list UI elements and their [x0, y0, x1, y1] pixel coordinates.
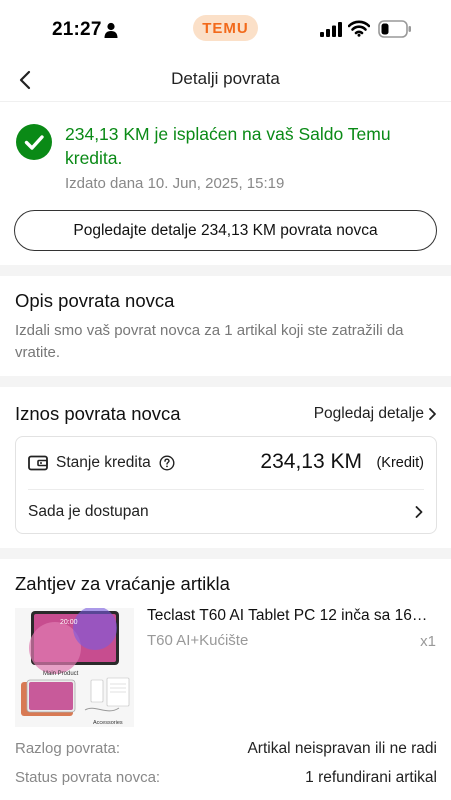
temu-brand-text: TEMU [202, 19, 249, 37]
status-bar: 21:27 TEMU [0, 0, 451, 58]
tablet-product-image: Main Product Accessories 20:00 [15, 608, 134, 727]
credit-balance-card: Stanje kredita 234,13 KM (Kredit) Sada j… [15, 436, 437, 534]
product-name[interactable]: Teclast T60 AI Tablet PC 12 inča sa 16GB… [147, 607, 432, 625]
temu-brand-pill: TEMU [193, 15, 258, 41]
view-details-link[interactable]: Pogledaj detalje [314, 405, 437, 423]
wifi-icon [348, 20, 370, 37]
info-icon[interactable] [159, 455, 175, 471]
return-reason-label: Razlog povrata: [15, 740, 121, 757]
credit-unit: (Kredit) [376, 455, 424, 471]
card-separator [28, 489, 424, 490]
refund-description-title: Opis povrata novca [15, 290, 175, 311]
return-reason-value: Artikal neispravan ili ne radi [247, 740, 437, 757]
return-request-title: Zahtjev za vraćanje artikla [15, 573, 230, 594]
section-divider [0, 548, 451, 559]
refund-status-label: Status povrata novca: [15, 769, 161, 786]
product-thumbnail[interactable]: Main Product Accessories 20:00 [15, 608, 134, 727]
refund-amount-title: Iznos povrata novca [15, 403, 181, 424]
page-title: Detalji povrata [171, 69, 280, 88]
success-check-icon [16, 124, 52, 160]
credit-amount: 234,13 KM [260, 450, 362, 473]
person-icon [104, 22, 118, 38]
refund-status-banner: 234,13 KM je isplaćen na vaš Saldo Temu … [0, 110, 451, 265]
view-details-label[interactable]: Pogledaj detalje [314, 405, 424, 423]
chevron-right-icon[interactable] [414, 505, 424, 519]
image-caption-main: Main Product [43, 671, 79, 677]
product-variant: T60 AI+Kućište [147, 632, 249, 649]
availability-status[interactable]: Sada je dostupan [28, 503, 149, 521]
status-time: 21:27 [52, 19, 102, 40]
image-caption-accessories: Accessories [93, 720, 123, 726]
image-screen-time: 20:00 [60, 619, 78, 626]
credit-balance-label: Stanje kredita [56, 454, 151, 471]
section-divider [0, 376, 451, 387]
wallet-icon [28, 455, 48, 471]
battery-icon [378, 20, 411, 38]
check-mark-icon [24, 135, 44, 150]
chevron-right-icon[interactable] [428, 407, 437, 421]
signal-icon [320, 22, 342, 37]
product-quantity: x1 [420, 633, 436, 650]
section-divider [0, 265, 451, 276]
refund-status-value: 1 refundirani artikal [305, 769, 437, 786]
refund-message: 234,13 KM je isplaćen na vaš Saldo Temu … [65, 124, 391, 168]
issued-date: Izdato dana 10. Jun, 2025, 15:19 [65, 175, 285, 192]
nav-bar: Detalji povrata [0, 58, 451, 102]
view-refund-details-button[interactable]: Pogledajte detalje 234,13 KM povrata nov… [14, 210, 437, 251]
refund-description-text: Izdali smo vaš povrat novca za 1 artikal… [15, 322, 404, 361]
